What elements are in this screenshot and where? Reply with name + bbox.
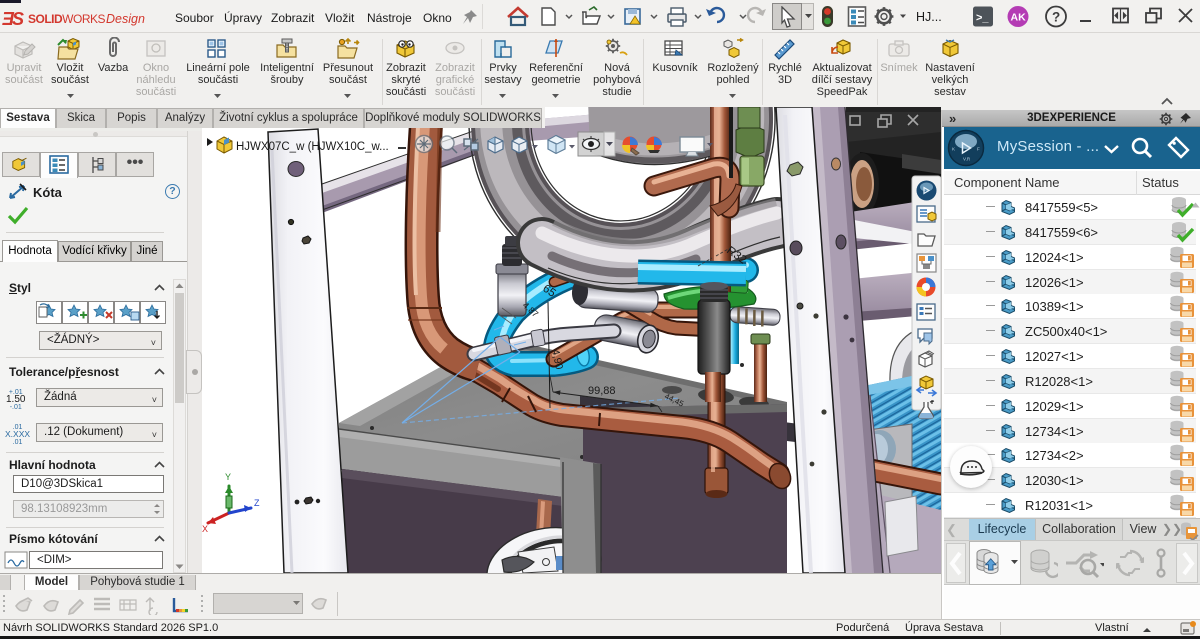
- svg-text:HJWX07C_w (HJWX10C_w...: HJWX07C_w (HJWX10C_w...: [236, 141, 389, 153]
- svg-text:Z: Z: [254, 498, 260, 508]
- svg-text:X: X: [202, 524, 208, 534]
- svg-text:V.R: V.R: [963, 157, 971, 162]
- svg-text:AK: AK: [1011, 12, 1027, 24]
- svg-text:>_: >_: [976, 12, 989, 24]
- svg-text:?: ?: [1052, 10, 1060, 25]
- svg-text:Y: Y: [225, 472, 231, 482]
- svg-text:SOLIDWORKS: SOLIDWORKS: [28, 12, 106, 26]
- svg-text:Design: Design: [106, 12, 145, 26]
- svg-text:K: K: [952, 147, 955, 152]
- svg-text:S: S: [12, 9, 24, 29]
- svg-text:F: F: [977, 147, 980, 152]
- svg-text:99,88: 99,88: [588, 385, 616, 397]
- svg-text:HJ...: HJ...: [916, 10, 942, 24]
